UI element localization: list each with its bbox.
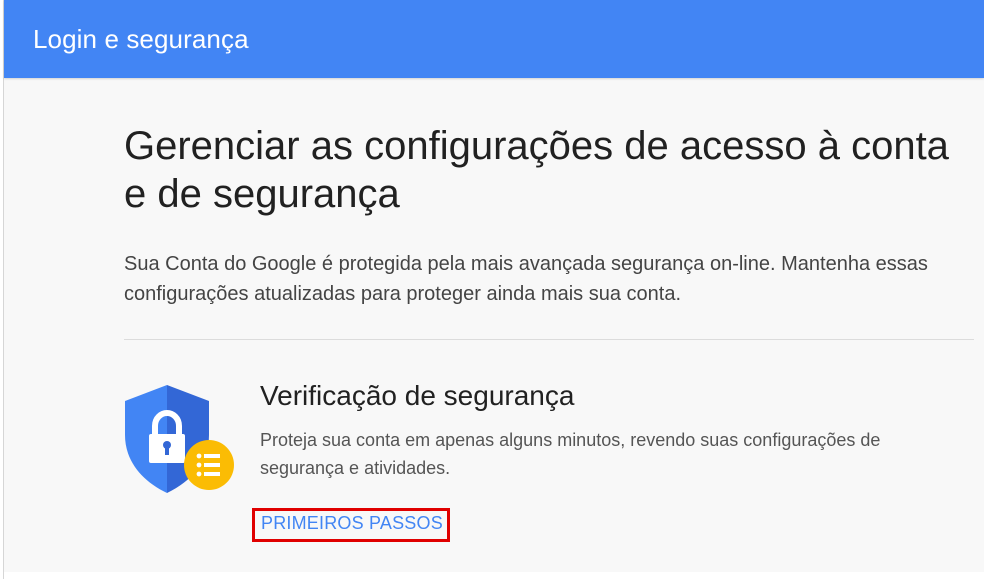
security-checkup-description: Proteja sua conta em apenas alguns minut…	[260, 430, 881, 478]
section-divider	[124, 339, 974, 340]
page-frame: Login e segurança Gerenciar as configura…	[3, 0, 984, 579]
security-checkup-title: Verificação de segurança	[260, 380, 575, 411]
top-app-bar: Login e segurança	[4, 0, 984, 78]
get-started-button[interactable]: PRIMEIROS PASSOS	[261, 513, 443, 534]
page-title: Gerenciar as configurações de acesso à c…	[124, 124, 949, 216]
shield-lock-icon	[122, 383, 238, 495]
app-bar-title: Login e segurança	[33, 24, 249, 54]
page-description: Sua Conta do Google é protegida pela mai…	[124, 253, 928, 305]
bottom-edge	[4, 572, 984, 579]
list-icon	[184, 440, 234, 490]
